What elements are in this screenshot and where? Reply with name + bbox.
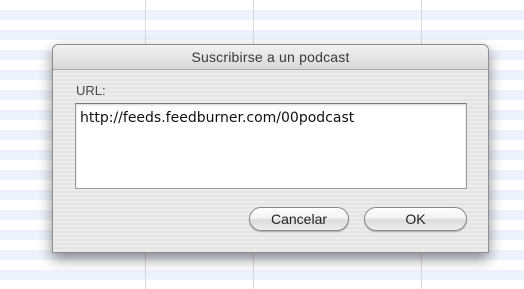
url-input[interactable]: http://feeds.feedburner.com/00podcast (75, 103, 467, 189)
ok-button[interactable]: OK (364, 207, 467, 231)
dialog-titlebar: Suscribirse a un podcast (53, 45, 488, 70)
subscribe-podcast-dialog: Suscribirse a un podcast URL: http://fee… (52, 44, 489, 253)
cancel-button[interactable]: Cancelar (249, 207, 349, 231)
dialog-title: Suscribirse a un podcast (191, 49, 350, 65)
url-label: URL: (76, 83, 106, 98)
